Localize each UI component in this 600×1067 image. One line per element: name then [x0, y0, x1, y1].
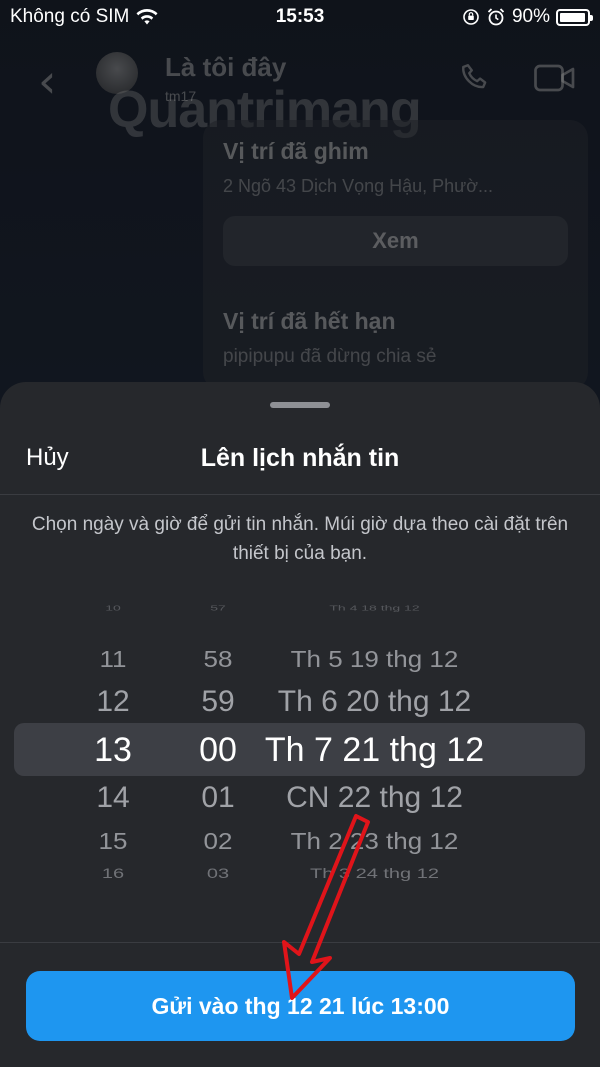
picker-date: CN 22 thg 12 [286, 781, 463, 814]
annotation-arrow-icon [282, 814, 370, 1000]
picker-date: Th 6 20 thg 12 [277, 685, 472, 718]
battery-icon [556, 8, 593, 26]
alarm-icon [487, 8, 505, 26]
picker-row[interactable]: 12 59 Th 6 20 thg 12 [0, 682, 600, 722]
picker-date: Th 4 18 thg 12 [329, 603, 420, 613]
sheet-description: Chọn ngày và giờ để gửi tin nhắn. Múi gi… [31, 514, 569, 564]
battery-percent: 90% [511, 6, 550, 27]
picker-hour: 16 [101, 865, 125, 882]
picker-minute: 02 [203, 827, 233, 855]
picker-minute: 59 [201, 685, 235, 718]
picker-minute: 57 [210, 603, 226, 613]
picker-date: Th 5 19 thg 12 [290, 645, 459, 673]
sheet-title: Lên lịch nhắn tin [200, 444, 400, 472]
picker-minute: 58 [203, 645, 233, 673]
picker-row[interactable]: 11 58 Th 5 19 thg 12 [0, 644, 600, 675]
picker-hour: 10 [105, 603, 121, 613]
picker-minute-selected: 00 [199, 730, 237, 769]
picker-minute: 01 [201, 781, 235, 814]
divider [0, 494, 600, 495]
picker-hour: 14 [96, 781, 130, 814]
picker-minute: 03 [206, 865, 230, 882]
orientation-lock-icon [463, 9, 479, 25]
picker-hour: 12 [96, 685, 130, 718]
picker-hour: 11 [99, 645, 127, 673]
sheet-drag-handle[interactable] [270, 402, 330, 408]
picker-row-selected[interactable]: 13 00 Th 7 21 thg 12 [0, 728, 600, 772]
picker-date-selected: Th 7 21 thg 12 [264, 730, 485, 769]
picker-hour-selected: 13 [94, 730, 132, 769]
picker-hour: 15 [98, 827, 128, 855]
picker-row[interactable]: 10 57 Th 4 18 thg 12 [0, 604, 600, 613]
status-bar: Không có SIM 15:53 90% [0, 0, 600, 36]
